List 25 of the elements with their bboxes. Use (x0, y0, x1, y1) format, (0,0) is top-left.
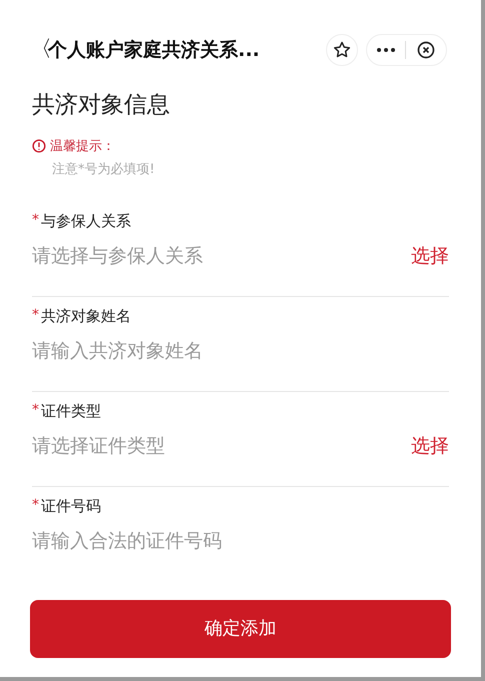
more-button[interactable] (377, 48, 395, 52)
required-mark: * (32, 496, 39, 516)
required-mark: * (32, 211, 39, 230)
page-title: 个人账户家庭共济关系... (48, 38, 260, 63)
star-button[interactable] (326, 34, 358, 66)
star-icon (332, 40, 352, 60)
notice-title: 温馨提示： (50, 138, 115, 156)
submit-button[interactable]: 确定添加 (30, 600, 451, 658)
close-button[interactable] (416, 40, 436, 60)
field-label: 共济对象姓名 (41, 306, 131, 326)
input-field[interactable]: 请输入共济对象姓名 (32, 337, 449, 366)
required-mark: * (32, 401, 39, 420)
field-label: 证件类型 (41, 400, 101, 422)
close-icon (416, 40, 436, 60)
alert-icon (32, 139, 46, 154)
field-label: 与参保人关系 (41, 210, 131, 232)
input-field[interactable]: 请输入合法的证件号码 (32, 527, 449, 556)
select-button[interactable]: 选择 (411, 242, 449, 270)
select-field[interactable]: 请选择与参保人关系 (32, 242, 411, 270)
notice-text: 注意*号为必填项! (52, 161, 156, 179)
required-mark: * (32, 306, 39, 326)
select-field[interactable]: 请选择证件类型 (32, 432, 411, 460)
section-heading: 共济对象信息 (32, 91, 171, 120)
select-button[interactable]: 选择 (411, 432, 449, 460)
field-label: 证件号码 (41, 496, 101, 516)
